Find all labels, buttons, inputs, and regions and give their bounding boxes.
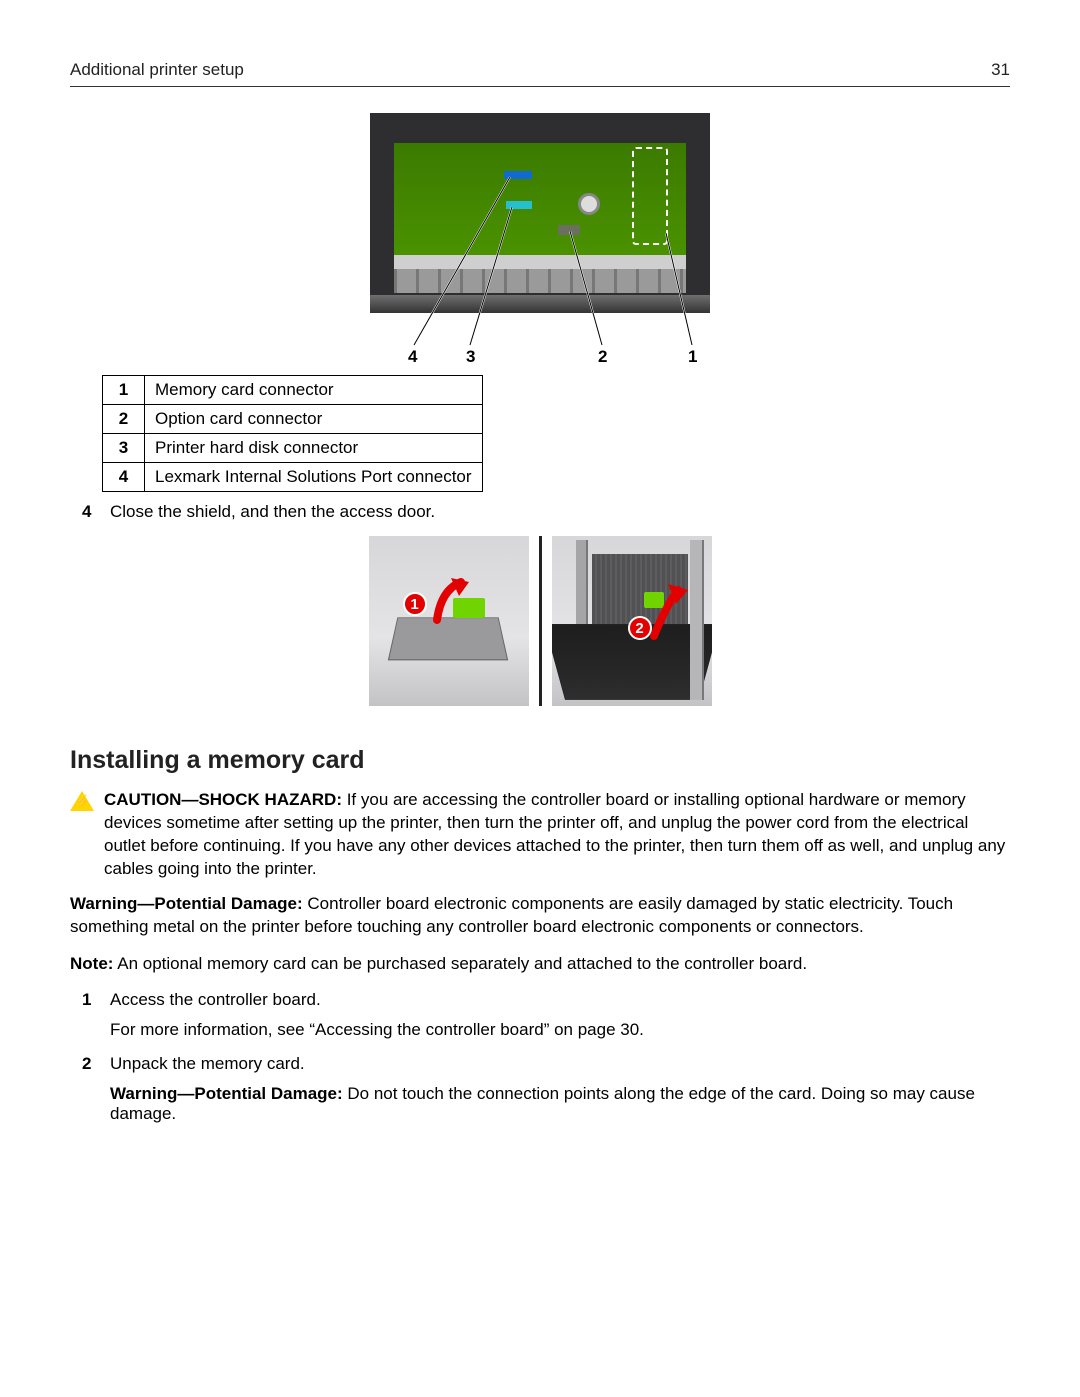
warning-paragraph: Warning—Potential Damage: Controller boa… [70, 893, 1010, 939]
note-body: An optional memory card can be purchased… [113, 954, 807, 973]
step-number: 4 [82, 502, 100, 522]
step-text: Access the controller board. [110, 990, 321, 1009]
caution-lead: CAUTION—SHOCK HAZARD: [104, 790, 342, 809]
figure-close-shield: 1 [369, 536, 529, 706]
table-row: 1Memory card connector [103, 376, 483, 405]
diagram-label-4: 4 [408, 347, 417, 367]
caution-block: CAUTION—SHOCK HAZARD: If you are accessi… [70, 789, 1010, 881]
header-section-title: Additional printer setup [70, 60, 244, 80]
arrow-up-icon [648, 582, 694, 647]
table-row: 2Option card connector [103, 405, 483, 434]
step-warning-lead: Warning—Potential Damage: [110, 1084, 343, 1103]
diagram-label-3: 3 [466, 347, 475, 367]
figure-close-door: 2 [552, 536, 712, 706]
step-text: Unpack the memory card. [110, 1054, 305, 1073]
warning-lead: Warning—Potential Damage: [70, 894, 303, 913]
connector-legend-table: 1Memory card connector 2Option card conn… [102, 375, 483, 492]
step-number: 1 [82, 990, 100, 1040]
note-paragraph: Note: An optional memory card can be pur… [70, 953, 1010, 976]
page-header: Additional printer setup 31 [70, 60, 1010, 87]
table-row: 4Lexmark Internal Solutions Port connect… [103, 463, 483, 492]
step-text: Close the shield, and then the access do… [110, 502, 435, 522]
step-subtext: For more information, see “Accessing the… [110, 1020, 1010, 1040]
step-2: 2 Unpack the memory card. Warning—Potent… [82, 1054, 1010, 1124]
controller-board-diagram: 4 3 2 1 [370, 113, 710, 365]
shock-hazard-icon [70, 791, 94, 811]
step-4: 4 Close the shield, and then the access … [82, 502, 1010, 522]
step-1: 1 Access the controller board. For more … [82, 990, 1010, 1040]
arrow-up-icon [431, 576, 477, 631]
step-badge-1: 1 [403, 592, 427, 616]
header-page-number: 31 [991, 60, 1010, 80]
note-lead: Note: [70, 954, 113, 973]
diagram-label-1: 1 [688, 347, 697, 367]
table-row: 3Printer hard disk connector [103, 434, 483, 463]
diagram-label-2: 2 [598, 347, 607, 367]
section-heading: Installing a memory card [70, 746, 1010, 775]
step-number: 2 [82, 1054, 100, 1124]
close-shield-figures: 1 2 [70, 536, 1010, 706]
